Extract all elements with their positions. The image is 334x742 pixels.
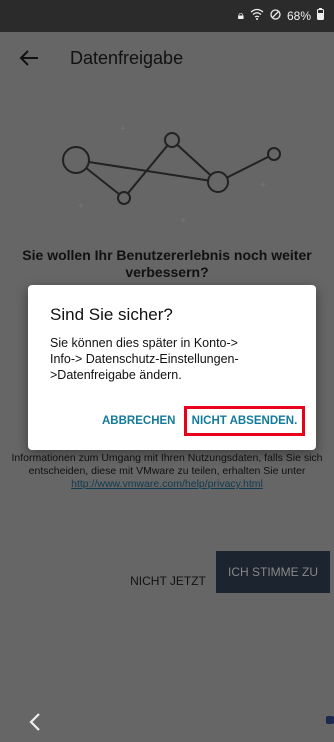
battery-percent: 68% [286,8,311,23]
corner-indicator [326,716,334,724]
svg-text:+: + [260,180,266,191]
blocked-icon [270,8,281,23]
dialog-title: Sind Sie sicher? [50,305,173,324]
node-circle [62,146,90,174]
agree-button[interactable]: ICH STIMME ZU [216,551,330,593]
node-circle [207,171,229,193]
network-illustration: + + + + [62,124,281,227]
page-title: Datenfreigabe [70,48,184,68]
status-icons: 🔒︎ 68% [238,8,324,23]
node-circle [267,147,281,161]
privacy-info-text: Informationen zum Umgang mit Ihren Nutzu… [11,452,323,477]
svg-text:+: + [78,201,84,212]
wifi-icon [250,8,264,23]
app-bar: Datenfreigabe [0,32,334,88]
battery-icon [317,8,324,23]
lock-icon: 🔒︎ [237,8,244,22]
node-circle [117,191,131,205]
dialog-message: Sie können dies später in Konto-> Info->… [50,336,239,382]
svg-text:+: + [180,216,186,227]
chevron-left-icon[interactable] [28,712,42,738]
svg-text:+: + [120,124,126,135]
do-not-send-button[interactable]: NICHT ABSENDEN. [184,406,305,436]
not-now-button[interactable]: NICHT JETZT [118,566,218,596]
cancel-button[interactable]: ABBRECHEN [102,415,175,427]
confirm-dialog: Sind Sie sicher? Sie können dies später … [28,285,316,450]
node-circle [164,132,180,148]
page-heading: Sie wollen Ihr Benutzererlebnis noch wei… [22,247,312,280]
arrow-left-icon[interactable] [18,47,42,71]
privacy-link[interactable]: http://www.vmware.com/help/privacy.html [71,478,263,490]
status-bar: 🔒︎ 68% [0,0,334,32]
privacy-info: Informationen zum Umgang mit Ihren Nutzu… [6,452,328,491]
